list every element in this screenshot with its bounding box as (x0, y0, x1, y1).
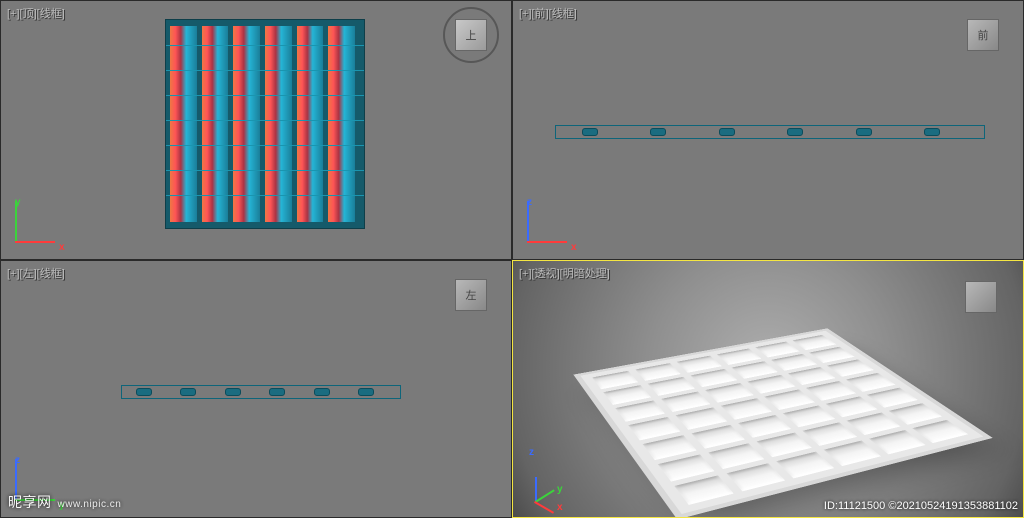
model-front-wireframe[interactable] (555, 125, 985, 139)
viewport-perspective[interactable]: [+][透视][明暗处理] z y x (512, 260, 1024, 518)
viewport-front[interactable]: [+][前][线框] 前 z x (512, 0, 1024, 260)
viewcube-persp[interactable] (959, 275, 1003, 319)
model-left-wireframe[interactable] (121, 385, 401, 399)
model-top-wireframe[interactable] (165, 19, 365, 229)
viewport-left[interactable]: [+][左][线框] 左 z y (0, 260, 512, 518)
image-id: ID:11121500 ©20210524191353881102 (824, 500, 1018, 512)
viewport-top-label: [+][顶][线框] (7, 5, 66, 21)
viewcube-face[interactable]: 上 (455, 19, 487, 51)
viewcube-top[interactable]: 上 (449, 13, 493, 57)
axis-gizmo-front: z x (527, 201, 575, 249)
axis-gizmo-top: y x (15, 201, 63, 249)
viewport-persp-label: [+][透视][明暗处理] (519, 265, 611, 281)
axis-gizmo-persp: z y x (527, 451, 583, 507)
viewport-grid: [+][顶][线框] 上 y x [+][前][线框] 前 (0, 0, 1024, 518)
watermark: 昵享网www.nipic.cn (8, 492, 121, 512)
viewport-top[interactable]: [+][顶][线框] 上 y x (0, 0, 512, 260)
viewcube-face[interactable] (965, 281, 997, 313)
